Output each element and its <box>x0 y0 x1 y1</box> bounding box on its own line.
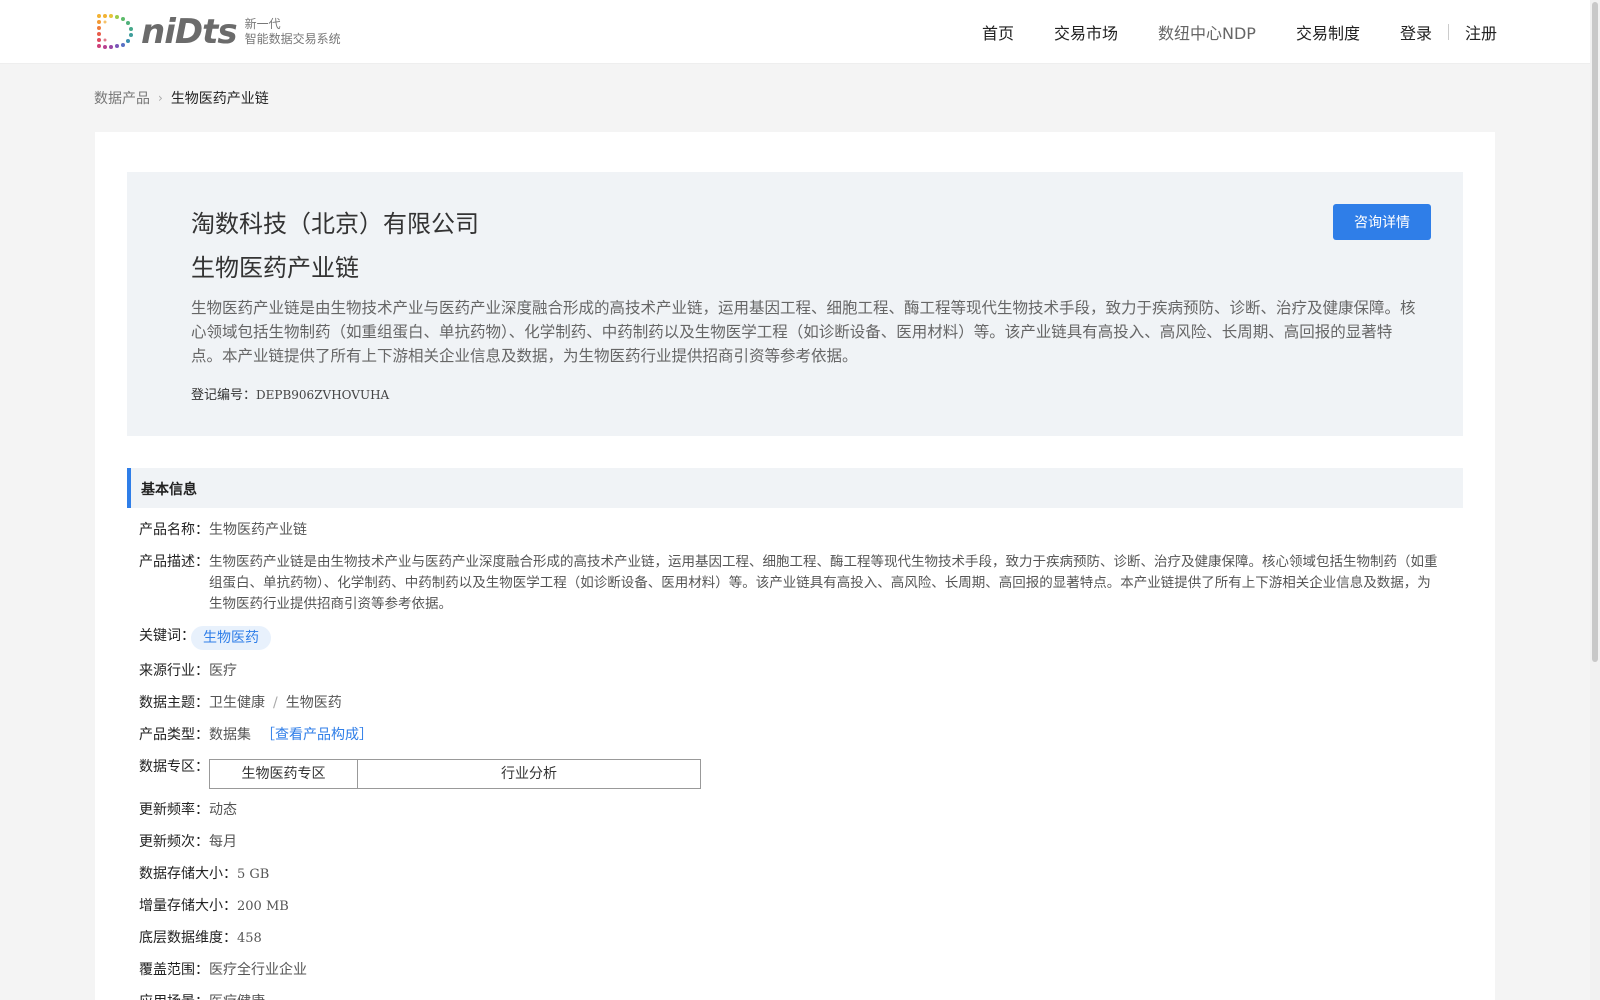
info-value: 医疗健康 <box>209 992 265 1000</box>
info-row-cadence: 更新频次： 每月 <box>139 832 1449 853</box>
top-header: niDts 新一代 智能数据交易系统 首页 交易市场 数纽中心NDP 交易制度 … <box>0 0 1600 64</box>
info-label: 更新频次： <box>139 834 209 850</box>
zone-name[interactable]: 生物医药专区 <box>210 760 358 788</box>
info-value: 医疗 <box>209 663 237 679</box>
info-label: 产品描述： <box>139 554 209 570</box>
info-row-description: 产品描述： 生物医药产业链是由生物技术产业与医药产业深度融合形成的高技术产业链，… <box>139 552 1449 615</box>
info-label: 产品名称： <box>139 522 209 538</box>
breadcrumb: 数据产品 › 生物医药产业链 <box>94 88 269 108</box>
info-row-name: 产品名称： 生物医药产业链 <box>139 520 1449 541</box>
registration-number: 登记编号：DEPB906ZVHOVUHA <box>191 384 389 403</box>
product-type: 数据集 <box>209 727 251 743</box>
topic-primary: 卫生健康 <box>209 695 265 711</box>
zone-table: 生物医药专区 行业分析 <box>209 759 701 789</box>
keyword-tag[interactable]: 生物医药 <box>191 626 271 650</box>
logo-tagline-line1: 新一代 <box>244 17 281 31</box>
info-label: 底层数据维度： <box>139 930 237 946</box>
info-label: 数据专区： <box>139 759 209 775</box>
nav-divider <box>1447 24 1449 40</box>
zone-category: 行业分析 <box>501 765 557 782</box>
topic-secondary: 生物医药 <box>285 695 342 711</box>
info-label: 数据存储大小： <box>139 866 237 882</box>
info-row-zone: 数据专区： 生物医药专区 行业分析 <box>139 757 1449 789</box>
info-label: 数据主题： <box>139 695 209 711</box>
main-nav: 首页 交易市场 数纽中心NDP 交易制度 登录 注册 <box>942 0 1497 64</box>
view-composition-link[interactable]: ［查看产品构成］ <box>261 727 373 743</box>
topic-separator: / <box>273 695 278 711</box>
scrollbar-thumb[interactable] <box>1592 2 1598 662</box>
consult-details-button[interactable]: 咨询详情 <box>1333 204 1431 240</box>
info-row-dimension: 底层数据维度： 458 <box>139 928 1449 949</box>
nav-ndp[interactable]: 数纽中心NDP <box>1158 20 1256 44</box>
info-row-coverage: 覆盖范围： 医疗全行业企业 <box>139 960 1449 981</box>
scrollbar[interactable] <box>1590 0 1600 1000</box>
info-label: 来源行业： <box>139 663 209 679</box>
breadcrumb-current: 生物医药产业链 <box>170 91 269 107</box>
info-row-keywords: 关键词： 生物医药 <box>139 626 1449 650</box>
info-value: 5 GB <box>237 867 270 882</box>
nav-home[interactable]: 首页 <box>982 20 1014 44</box>
nav-rules[interactable]: 交易制度 <box>1296 20 1360 44</box>
info-row-storage: 数据存储大小： 5 GB <box>139 864 1449 885</box>
info-label: 关键词： <box>139 628 195 644</box>
logo[interactable]: niDts 新一代 智能数据交易系统 <box>93 10 341 54</box>
info-value: 200 MB <box>237 899 289 914</box>
registration-code: DEPB906ZVHOVUHA <box>256 388 390 402</box>
product-title: 生物医药产业链 <box>191 254 359 282</box>
info-label: 增量存储大小： <box>139 898 237 914</box>
info-value: 生物医药产业链 <box>209 522 307 538</box>
info-row-industry: 来源行业： 医疗 <box>139 661 1449 682</box>
info-value: 医疗全行业企业 <box>209 962 307 978</box>
info-value: 每月 <box>209 834 237 850</box>
info-row-topic: 数据主题： 卫生健康 / 生物医药 <box>139 693 1449 714</box>
chevron-right-icon: › <box>158 91 163 105</box>
info-row-scenario: 应用场景： 医疗健康 <box>139 992 1449 1000</box>
register-link[interactable]: 注册 <box>1465 20 1497 44</box>
product-hero: 淘数科技（北京）有限公司 生物医药产业链 生物医药产业链是由生物技术产业与医药产… <box>127 172 1463 436</box>
info-row-type: 产品类型： 数据集 ［查看产品构成］ <box>139 725 1449 746</box>
section-basic-info: 基本信息 <box>127 468 1463 508</box>
logo-wordmark: niDts <box>141 12 238 52</box>
logo-mark-icon <box>97 14 133 49</box>
basic-info-list: 产品名称： 生物医药产业链 产品描述： 生物医药产业链是由生物技术产业与医药产业… <box>139 520 1449 1000</box>
product-card: 淘数科技（北京）有限公司 生物医药产业链 生物医药产业链是由生物技术产业与医药产… <box>95 132 1495 1000</box>
logo-tagline-line2: 智能数据交易系统 <box>244 32 341 46</box>
info-value: 458 <box>237 931 262 946</box>
info-label: 应用场景： <box>139 992 209 1000</box>
nav-market[interactable]: 交易市场 <box>1054 20 1118 44</box>
company-name: 淘数科技（北京）有限公司 <box>191 210 479 238</box>
info-value: 动态 <box>209 802 237 818</box>
logo-tagline: 新一代 智能数据交易系统 <box>245 17 341 47</box>
info-label: 产品类型： <box>139 727 209 743</box>
info-label: 覆盖范围： <box>139 962 209 978</box>
product-summary: 生物医药产业链是由生物技术产业与医药产业深度融合形成的高技术产业链，运用基因工程… <box>191 299 1416 365</box>
info-row-increment: 增量存储大小： 200 MB <box>139 896 1449 917</box>
registration-label: 登记编号： <box>191 388 257 403</box>
info-row-frequency: 更新频率： 动态 <box>139 800 1449 821</box>
login-link[interactable]: 登录 <box>1400 20 1432 44</box>
breadcrumb-parent[interactable]: 数据产品 <box>94 88 150 108</box>
info-label: 更新频率： <box>139 802 209 818</box>
section-title: 基本信息 <box>141 482 197 498</box>
info-value: 生物医药产业链是由生物技术产业与医药产业深度融合形成的高技术产业链，运用基因工程… <box>209 554 1438 612</box>
